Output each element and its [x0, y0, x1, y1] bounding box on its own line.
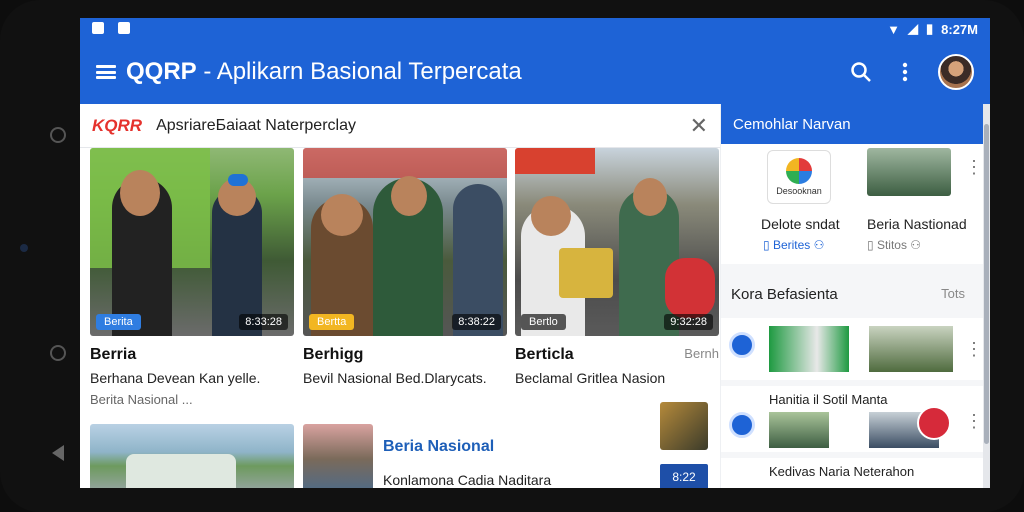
time-badge: 8:38:22	[452, 314, 501, 330]
news-thumb[interactable]	[303, 424, 373, 488]
news-photo[interactable]: Berita 8:33:28	[90, 148, 294, 336]
battery-icon: ▮	[925, 21, 934, 36]
side-item-title: Kedivas Naria Neterahon	[769, 464, 915, 479]
search-icon[interactable]	[850, 61, 872, 83]
time-badge: 8:22	[660, 464, 708, 488]
close-icon[interactable]: ✕	[690, 113, 708, 139]
more-options-icon[interactable]	[902, 61, 908, 83]
side-item-title: Hanitia il Sotil Manta	[769, 392, 888, 407]
avatar[interactable]	[938, 54, 974, 90]
scroll-thumb[interactable]	[984, 124, 989, 444]
news-item-3[interactable]: Bertlo 9:32:28 Berticla Bernh Beclamal G…	[515, 148, 719, 386]
menu-icon[interactable]	[96, 65, 116, 79]
news-photo[interactable]: Bertta 8:38:22	[303, 148, 507, 336]
side-thumb[interactable]	[867, 148, 951, 196]
category-tag: Bertta	[309, 314, 355, 330]
app-bar: QQRP - Aplikarn Basional Terpercata	[80, 40, 990, 104]
front-camera	[20, 244, 28, 252]
side-item-meta[interactable]: ▯ Berites ⚇	[763, 238, 824, 252]
category-tag: Berita	[96, 314, 141, 330]
side-panel-header: Cemohlar Narvan	[721, 104, 983, 144]
more-options-icon[interactable]: ⋮	[965, 340, 983, 358]
card-title: ApsriareБaiaat Naterperclay	[156, 116, 356, 134]
news-item-1[interactable]: Berita 8:33:28 Berria Berhana Devean Kan…	[90, 148, 294, 407]
news-title: Berhigg	[303, 346, 364, 363]
side-top-card: Desooknan ⋮ Delote sndat Beria Nastionad…	[721, 144, 983, 264]
clock: 8:27M	[941, 21, 978, 37]
side-thumb	[869, 326, 953, 372]
more-options-icon[interactable]: ⋮	[965, 412, 983, 430]
section-link[interactable]: Tots	[941, 286, 965, 301]
scrollbar[interactable]	[983, 104, 990, 488]
phone-bezel	[0, 0, 80, 512]
news-desc: Bevil Nasional Bed.Dlarycats.	[303, 370, 487, 386]
side-section: Kora Befasienta Tots ⋮ Hanitia il Sotil …	[721, 268, 983, 488]
back-button[interactable]	[52, 445, 64, 461]
card-header: KQRR ApsriareБaiaat Naterperclay ✕	[80, 104, 720, 148]
screen: ▼ ◢ ▮ 8:27M QQRP - Aplikarn Basional Ter…	[80, 18, 990, 488]
side-list-item[interactable]: Kedivas Naria Neterahon	[721, 458, 983, 488]
news-photo[interactable]: Bertlo 9:32:28	[515, 148, 719, 336]
side-thumb	[769, 412, 829, 448]
live-badge	[917, 406, 951, 440]
sim-icon	[117, 21, 130, 34]
status-bar: ▼ ◢ ▮ 8:27M	[80, 18, 990, 40]
news-title: Beria Nasional	[383, 438, 495, 455]
news-author: Bernh	[684, 346, 719, 361]
info-icon	[729, 412, 755, 438]
more-options-icon[interactable]: ⋮	[965, 158, 983, 176]
news-sub: Berita Nasional ...	[90, 392, 193, 407]
side-item-meta[interactable]: ▯ Stitos ⚇	[867, 238, 921, 252]
side-list-item[interactable]: ⋮	[721, 318, 983, 380]
side-thumb	[769, 326, 849, 372]
news-desc: Beclamal Gritlea Nasion	[515, 370, 666, 386]
section-title: Kora Befasienta	[731, 286, 838, 303]
app-logo[interactable]: Desooknan	[767, 150, 831, 204]
news-desc: Berhana Devean Kan yelle.	[90, 370, 261, 386]
category-tag: Bertlo	[521, 314, 566, 330]
brand-logo: KQRR	[92, 115, 143, 135]
news-desc: Konlamona Cadia Naditara	[383, 472, 552, 488]
news-card: KQRR ApsriareБaiaat Naterperclay ✕ Berit…	[80, 104, 720, 488]
side-list-item[interactable]: Hanitia il Sotil Manta ⋮	[721, 386, 983, 452]
news-thumb[interactable]	[660, 402, 708, 450]
phone-device: ▼ ◢ ▮ 8:27M QQRP - Aplikarn Basional Ter…	[0, 0, 1024, 512]
news-thumb[interactable]	[90, 424, 294, 488]
news-item-2[interactable]: Bertta 8:38:22 Berhigg Bevil Nasional Be…	[303, 148, 507, 386]
news-title: Berria	[90, 346, 137, 363]
time-badge: 8:33:28	[239, 314, 288, 330]
side-item-title: Delote sndat	[761, 216, 840, 232]
side-panel: Cemohlar Narvan Desooknan ⋮ Delote sndat…	[721, 104, 983, 488]
app-title: QQRP - Aplikarn Basional Terpercata	[126, 58, 522, 85]
home-button[interactable]	[50, 345, 66, 361]
recent-apps-button[interactable]	[50, 127, 66, 143]
side-item-title: Beria Nastionad	[867, 216, 967, 232]
notification-icon	[92, 21, 104, 34]
info-icon	[729, 332, 755, 358]
wifi-icon: ▼	[887, 21, 900, 37]
signal-icon: ◢	[907, 21, 918, 36]
time-badge: 9:32:28	[664, 314, 713, 330]
